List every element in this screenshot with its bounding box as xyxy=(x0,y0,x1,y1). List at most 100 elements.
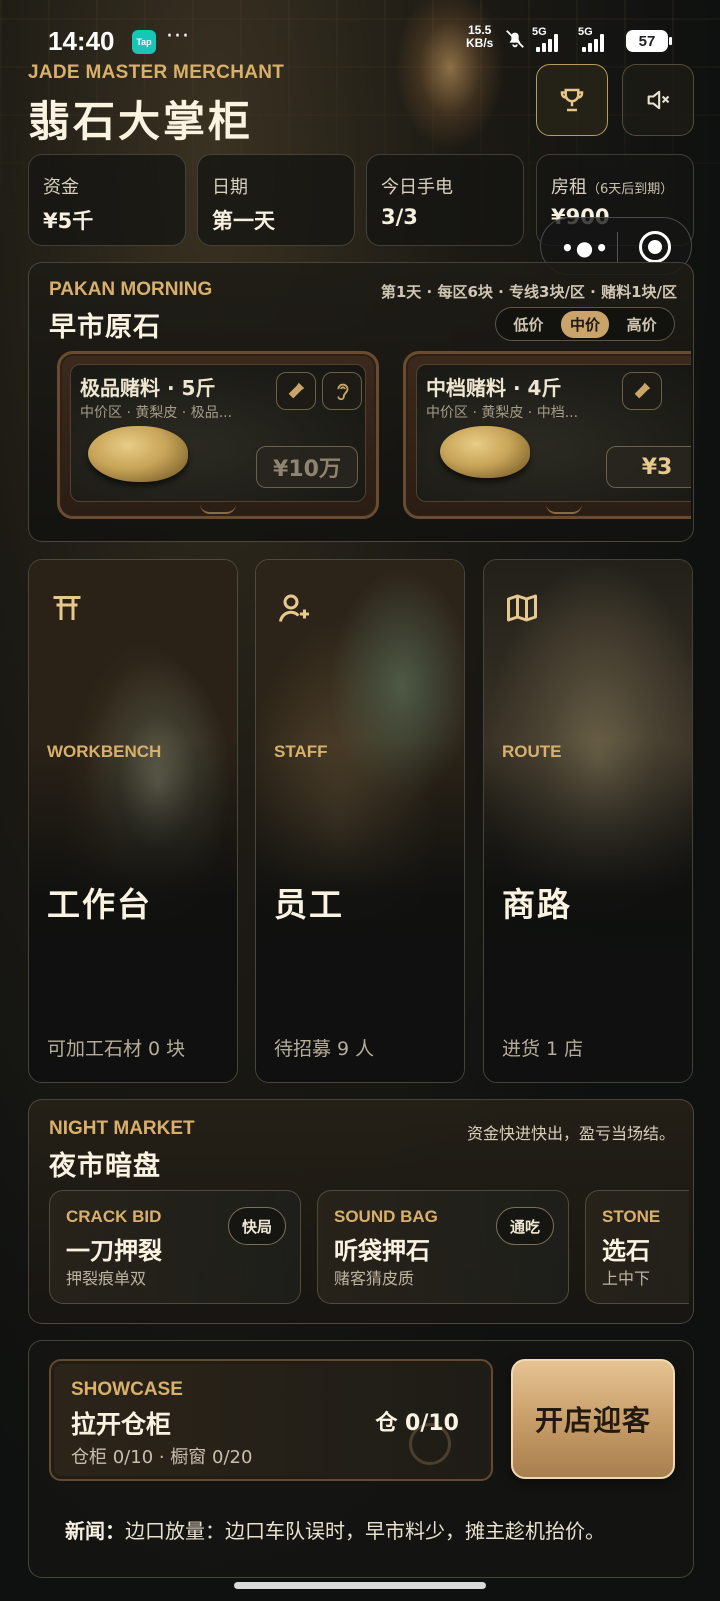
route-en: ROUTE xyxy=(502,742,562,761)
stat-flashlight: 今日手电 3/3 xyxy=(366,154,524,246)
night-cn-title: 夜市暗盘 xyxy=(49,1151,161,1182)
morning-cn-title: 早市原石 xyxy=(49,312,161,343)
price-tabs: 低价 中价 高价 xyxy=(495,307,675,341)
stat-rent-note: （6天后到期） xyxy=(587,182,674,197)
workbench-card[interactable]: WORKBENCH 工作台 可加工石材 0 块 xyxy=(28,559,238,1083)
stat-flashlight-value: 3/3 xyxy=(381,205,418,229)
signal-2-icon: 5G xyxy=(578,26,618,54)
gate-icon xyxy=(53,596,81,620)
miniapp-close-button[interactable] xyxy=(639,231,671,263)
capsule-divider xyxy=(617,232,618,262)
sound-toggle-button[interactable] xyxy=(622,64,694,136)
ear-icon xyxy=(337,383,349,401)
map-icon xyxy=(507,594,537,622)
ore-stone-image xyxy=(88,426,188,482)
workbench-title: 工作台 xyxy=(47,885,152,924)
battery-level: 57 xyxy=(638,32,656,50)
flashlight-tool-button[interactable] xyxy=(276,372,316,410)
listen-tool-button[interactable] xyxy=(322,372,362,410)
app-subtitle: JADE MASTER MERCHANT xyxy=(28,62,285,83)
battery-icon: 57 xyxy=(626,30,672,52)
mode-tag: 通吃 xyxy=(496,1207,554,1245)
status-time: 14:40 xyxy=(48,26,115,56)
showcase-card[interactable]: SHOWCASE 拉开仓柜 仓柜 0/10 · 橱窗 0/20 仓 0/10 xyxy=(49,1359,493,1481)
stat-funds: 资金 ¥5千 xyxy=(28,154,186,246)
stat-date-label: 日期 xyxy=(212,177,248,198)
flashlight-icon xyxy=(634,382,651,399)
showcase-title: 拉开仓柜 xyxy=(71,1410,172,1439)
flashlight-icon xyxy=(288,382,305,399)
news-text: 边口放量：边口车队误时，早市料少，摊主趁机抬价。 xyxy=(125,1519,605,1543)
mode-title: 听袋押石 xyxy=(334,1237,430,1265)
mode-crack-bid[interactable]: CRACK BID 一刀押裂 押裂痕单双 快局 xyxy=(49,1190,301,1304)
ore-card-ornament xyxy=(200,504,236,514)
miniapp-menu-button[interactable]: •●• xyxy=(561,236,610,260)
ore-price-button[interactable]: ¥3 xyxy=(606,446,691,488)
staff-en: STAFF xyxy=(274,742,328,761)
route-footer: 进货 1 店 xyxy=(502,1038,584,1060)
mode-title: 一刀押裂 xyxy=(66,1237,162,1265)
mode-stone[interactable]: STONE 选石 上中下 xyxy=(585,1190,689,1304)
tab-low-price[interactable]: 低价 xyxy=(504,311,552,338)
mode-sound-bag[interactable]: SOUND BAG 听袋押石 赌客猜皮质 通吃 xyxy=(317,1190,569,1304)
network-speed: 15.5 KB/s xyxy=(466,24,493,50)
ore-card[interactable]: 中档赌料 · 4斤 中价区 · 黄梨皮 · 中档... ¥3 xyxy=(403,351,691,519)
night-market-panel: NIGHT MARKET 夜市暗盘 资金快进快出，盈亏当场结。 CRACK BI… xyxy=(28,1099,694,1324)
mode-en: STONE xyxy=(602,1207,661,1226)
ore-meta: 中价区 · 黄梨皮 · 极品... xyxy=(80,405,233,421)
mode-title: 选石 xyxy=(602,1237,650,1265)
night-note: 资金快进快出，盈亏当场结。 xyxy=(466,1124,675,1143)
mode-sub: 押裂痕单双 xyxy=(66,1269,147,1288)
showcase-sub: 仓柜 0/10 · 橱窗 0/20 xyxy=(71,1447,253,1468)
trophy-icon xyxy=(560,88,584,112)
staff-title: 员工 xyxy=(274,885,344,924)
route-card[interactable]: ROUTE 商路 进货 1 店 xyxy=(483,559,693,1083)
ore-price-button[interactable]: ¥10万 xyxy=(256,446,358,488)
shop-panel: SHOWCASE 拉开仓柜 仓柜 0/10 · 橱窗 0/20 仓 0/10 开… xyxy=(28,1340,694,1578)
ore-card-ornament xyxy=(546,504,582,514)
tap-app-icon: Tap xyxy=(132,30,156,54)
tab-high-price[interactable]: 高价 xyxy=(618,311,666,338)
stat-funds-value: ¥5千 xyxy=(43,209,94,233)
showcase-en: SHOWCASE xyxy=(71,1379,183,1400)
stat-date-value: 第一天 xyxy=(212,209,275,233)
night-en-title: NIGHT MARKET xyxy=(49,1118,195,1139)
ore-carousel[interactable]: 极品赌料 · 5斤 中价区 · 黄梨皮 · 极品... ¥10万 中档赌料 · … xyxy=(57,351,691,523)
speaker-mute-icon xyxy=(647,90,670,110)
ore-card[interactable]: 极品赌料 · 5斤 中价区 · 黄梨皮 · 极品... ¥10万 xyxy=(57,351,379,519)
flashlight-tool-button[interactable] xyxy=(622,372,662,410)
stat-date: 日期 第一天 xyxy=(197,154,355,246)
staff-footer: 待招募 9 人 xyxy=(274,1038,375,1060)
trophy-button[interactable] xyxy=(536,64,608,136)
morning-market-panel: PAKAN MORNING 早市原石 第1天 · 每区6块 · 专线3块/区 ·… xyxy=(28,262,694,542)
staff-card[interactable]: STAFF 员工 待招募 9 人 xyxy=(255,559,465,1083)
morning-info: 第1天 · 每区6块 · 专线3块/区 · 赌料1块/区 xyxy=(380,283,677,301)
status-bar: 14:40 Tap ··· 15.5 KB/s 5G 5G 57 xyxy=(0,0,720,70)
mode-tag: 快局 xyxy=(228,1207,286,1245)
mode-sub: 上中下 xyxy=(602,1269,651,1288)
status-more-icon: ··· xyxy=(166,24,190,49)
news-label: 新闻： xyxy=(65,1519,125,1543)
workbench-en: WORKBENCH xyxy=(47,742,162,761)
ore-name: 中档赌料 · 4斤 xyxy=(426,376,562,400)
notification-mute-icon xyxy=(506,30,524,48)
network-speed-unit: KB/s xyxy=(466,36,494,50)
stat-rent-label: 房租（6天后到期） xyxy=(551,173,673,199)
workbench-footer: 可加工石材 0 块 xyxy=(47,1038,186,1060)
mode-en: SOUND BAG xyxy=(334,1207,438,1226)
stat-funds-label: 资金 xyxy=(43,177,79,198)
stat-flashlight-label: 今日手电 xyxy=(381,177,453,198)
ore-name: 极品赌料 · 5斤 xyxy=(80,376,216,400)
morning-en-title: PAKAN MORNING xyxy=(49,279,213,300)
route-title: 商路 xyxy=(502,885,572,924)
add-user-icon xyxy=(279,594,309,622)
stat-rent-label-text: 房租 xyxy=(551,177,587,198)
news-ticker: 新闻：边口放量：边口车队误时，早市料少，摊主趁机抬价。 xyxy=(65,1515,605,1544)
ore-stone-image xyxy=(440,426,530,478)
signal-1-icon: 5G xyxy=(532,26,572,54)
mode-en: CRACK BID xyxy=(66,1207,162,1226)
tab-mid-price[interactable]: 中价 xyxy=(560,310,609,338)
home-indicator[interactable] xyxy=(234,1582,486,1589)
night-mode-carousel[interactable]: CRACK BID 一刀押裂 押裂痕单双 快局 SOUND BAG 听袋押石 赌… xyxy=(49,1190,689,1308)
open-shop-button[interactable]: 开店迎客 xyxy=(511,1359,675,1479)
